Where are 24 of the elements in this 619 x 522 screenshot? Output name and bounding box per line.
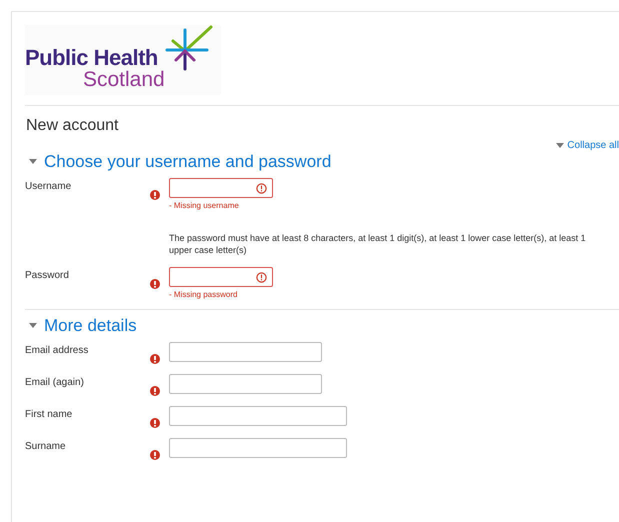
section-heading[interactable]: Choose your username and password — [29, 152, 332, 172]
text-input[interactable] — [169, 406, 347, 426]
logo-subtitle: Scotland — [82, 69, 165, 90]
text-input[interactable] — [169, 438, 347, 458]
collapse-all-link[interactable]: Collapse all — [556, 139, 619, 151]
error-message: - Missing username — [169, 200, 240, 210]
warning-icon — [256, 272, 267, 283]
text-input[interactable] — [169, 178, 273, 198]
warning-icon — [256, 182, 267, 194]
text-input[interactable] — [169, 374, 322, 394]
field-label: Email (again) — [25, 376, 85, 388]
star-logo-icon — [164, 25, 215, 71]
field-label: Surname — [25, 440, 67, 452]
section-heading[interactable]: More details — [29, 316, 137, 336]
field-label: Username — [25, 180, 72, 192]
field-label: Password — [25, 268, 70, 281]
text-input[interactable] — [169, 266, 273, 287]
password-hint: The password must have at least 8 characters, at least 1 digit(s), at least 1 lower case letter(s), at least 1 upper case letter(s) — [169, 232, 587, 257]
field-label: Email address — [25, 344, 90, 356]
error-message: - Missing password — [169, 290, 238, 299]
page-title: New account — [26, 117, 120, 135]
logo-wordmark: Public Health — [25, 47, 159, 69]
field-label: First name — [25, 408, 74, 420]
text-input[interactable] — [169, 342, 322, 362]
